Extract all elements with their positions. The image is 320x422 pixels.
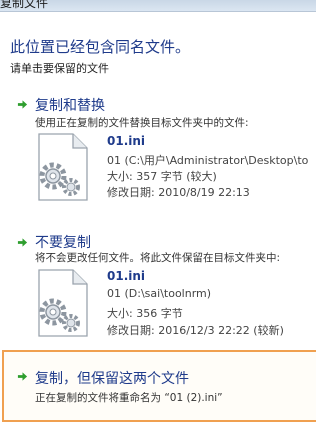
file-name: 01.ini (107, 269, 146, 283)
dialog-heading: 此位置已经包含同名文件。 (10, 38, 191, 56)
option-description: 正在复制的文件将重命名为 “01 (2).ini” (35, 392, 223, 404)
dont-copy-option[interactable]: 不要复制 将不会更改任何文件。将此文件保留在目标文件夹中: 01.ini 01 … (0, 228, 316, 346)
option-title: 不要复制 (35, 235, 91, 251)
green-arrow-icon (17, 238, 28, 247)
file-path: 01 (C:\用户\Administrator\Desktop\to (107, 154, 309, 167)
title-bar: 复制文件 (0, 0, 316, 11)
file-size: 大小: 357 字节 (较大) (107, 170, 217, 183)
option-description: 将不会更改任何文件。将此文件保留在目标文件夹中: (35, 252, 281, 264)
copy-keep-both-option[interactable]: 复制，但保留这两个文件 正在复制的文件将重命名为 “01 (2).ini” (2, 350, 316, 422)
settings-file-icon (38, 269, 88, 337)
window-title: 复制文件 (0, 0, 49, 10)
file-modified-date: 修改日期: 2016/12/3 22:22 (较新) (107, 324, 284, 337)
file-name: 01.ini (107, 134, 146, 148)
green-arrow-icon (17, 372, 28, 381)
settings-file-icon (38, 133, 88, 201)
file-size: 大小: 356 字节 (107, 307, 183, 320)
green-arrow-icon (17, 100, 28, 109)
file-modified-date: 修改日期: 2010/8/19 22:13 (107, 186, 250, 199)
option-title: 复制和替换 (35, 98, 105, 114)
option-title: 复制，但保留这两个文件 (35, 371, 189, 387)
option-description: 使用正在复制的文件替换目标文件夹中的文件: (35, 117, 249, 129)
title-separator (0, 11, 316, 12)
copy-and-replace-option[interactable]: 复制和替换 使用正在复制的文件替换目标文件夹中的文件: 01.ini 01 (C… (0, 90, 316, 230)
dialog-instruction: 请单击要保留的文件 (10, 62, 109, 75)
file-path: 01 (D:\sai\toolnrm) (107, 287, 212, 300)
